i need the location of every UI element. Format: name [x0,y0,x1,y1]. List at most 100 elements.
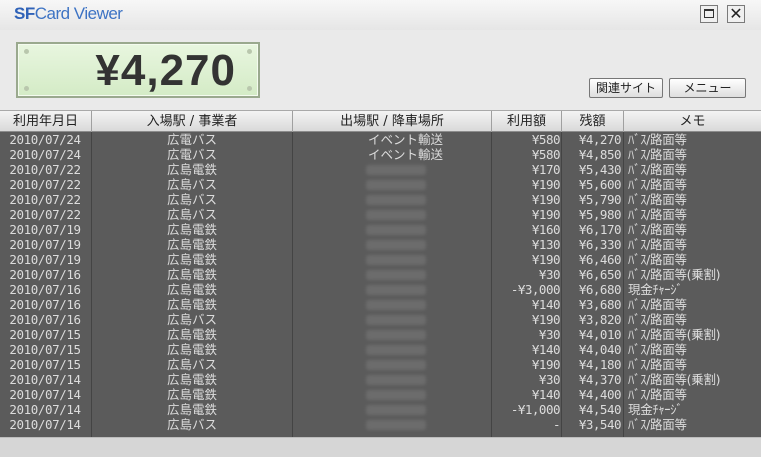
redacted-station [366,180,426,190]
cell-amount: ¥190 [531,252,560,267]
cell-memo: ﾊﾞｽ/路面等 [628,192,687,207]
cell-date: 2010/07/15 [9,342,81,357]
cell-balance: ¥3,540 [578,417,621,432]
cell-entry: 広島電鉄 [166,297,217,312]
cell-balance: ¥4,040 [578,342,621,357]
cell-balance: ¥4,850 [578,147,621,162]
cell-memo: ﾊﾞｽ/路面等 [628,312,687,327]
cell-entry: 広島バス [166,207,217,222]
header-entry[interactable]: 入場駅 / 事業者 [92,111,293,132]
cell-entry: 広島電鉄 [166,222,217,237]
cell-amount: ¥140 [531,297,560,312]
table-row[interactable]: 2010/07/19 広島電鉄 ¥160 ¥6,170 ﾊﾞｽ/路面等 [0,222,761,237]
cell-balance: ¥5,980 [578,207,621,222]
redacted-station [366,195,426,205]
table-row[interactable]: 2010/07/22 広島バス ¥190 ¥5,790 ﾊﾞｽ/路面等 [0,192,761,207]
table-row[interactable]: 2010/07/15 広島バス ¥190 ¥4,180 ﾊﾞｽ/路面等 [0,357,761,372]
cell-entry: 広島電鉄 [166,282,217,297]
related-sites-button[interactable]: 関連サイト [589,78,663,98]
cell-balance: ¥5,600 [578,177,621,192]
table-header: 利用年月日 入場駅 / 事業者 出場駅 / 降車場所 利用額 残額 メモ [0,110,761,132]
table-row[interactable]: 2010/07/14 広島バス - ¥3,540 ﾊﾞｽ/路面等 [0,417,761,432]
cell-amount: ¥190 [531,312,560,327]
table-row[interactable]: 2010/07/15 広島電鉄 ¥140 ¥4,040 ﾊﾞｽ/路面等 [0,342,761,357]
header-amount[interactable]: 利用額 [492,111,562,132]
table-row[interactable]: 2010/07/16 広島バス ¥190 ¥3,820 ﾊﾞｽ/路面等 [0,312,761,327]
app-title: SFCard Viewer [14,4,123,23]
table-row[interactable]: 2010/07/16 広島電鉄 ¥30 ¥6,650 ﾊﾞｽ/路面等(乗割) [0,267,761,282]
table-row[interactable]: 2010/07/22 広島電鉄 ¥170 ¥5,430 ﾊﾞｽ/路面等 [0,162,761,177]
close-button[interactable]: ✕ [727,4,745,23]
table-row[interactable]: 2010/07/15 広島電鉄 ¥30 ¥4,010 ﾊﾞｽ/路面等(乗割) [0,327,761,342]
table-row[interactable]: 2010/07/22 広島バス ¥190 ¥5,980 ﾊﾞｽ/路面等 [0,207,761,222]
cell-exit [294,417,490,432]
cell-exit: イベント輸送 [368,147,444,162]
cell-date: 2010/07/14 [9,372,81,387]
cell-amount: ¥30 [538,327,560,342]
cell-amount: ¥190 [531,207,560,222]
cell-exit [294,177,490,192]
table-row[interactable]: 2010/07/14 広島電鉄 ¥30 ¥4,370 ﾊﾞｽ/路面等(乗割) [0,372,761,387]
cell-exit [294,207,490,222]
cell-exit [294,282,490,297]
table-row[interactable]: 2010/07/24 広電バス イベント輸送 ¥580 ¥4,270 ﾊﾞｽ/路面等 [0,132,761,147]
cell-balance: ¥4,370 [578,372,621,387]
redacted-station [366,240,426,250]
table-row[interactable]: 2010/07/16 広島電鉄 ¥140 ¥3,680 ﾊﾞｽ/路面等 [0,297,761,312]
cell-memo: ﾊﾞｽ/路面等 [628,132,687,147]
cell-entry: 広島バス [166,357,217,372]
cell-memo: ﾊﾞｽ/路面等 [628,417,687,432]
cell-amount: ¥130 [531,237,560,252]
cell-entry: 広電バス [166,132,217,147]
cell-exit [294,342,490,357]
table-row[interactable]: 2010/07/14 広島電鉄 -¥1,000 ¥4,540 現金ﾁｬｰｼﾞ [0,402,761,417]
table-row[interactable]: 2010/07/16 広島電鉄 -¥3,000 ¥6,680 現金ﾁｬｰｼﾞ [0,282,761,297]
cell-balance: ¥4,270 [578,132,621,147]
table-row[interactable]: 2010/07/19 広島電鉄 ¥130 ¥6,330 ﾊﾞｽ/路面等 [0,237,761,252]
redacted-station [366,420,426,430]
cell-exit: イベント輸送 [368,132,444,147]
history-table: 2010/07/24 広電バス イベント輸送 ¥580 ¥4,270 ﾊﾞｽ/路面等 201… [0,132,761,437]
status-bar [0,437,761,457]
cell-amount: ¥170 [531,162,560,177]
cell-amount: ¥580 [531,132,560,147]
header-balance[interactable]: 残額 [562,111,624,132]
cell-exit [294,267,490,282]
redacted-station [366,405,426,415]
header-date[interactable]: 利用年月日 [0,111,92,132]
cell-entry: 広島電鉄 [166,267,217,282]
cell-date: 2010/07/19 [9,222,81,237]
cell-entry: 広島電鉄 [166,387,217,402]
cell-date: 2010/07/16 [9,282,81,297]
cell-date: 2010/07/22 [9,177,81,192]
screw-icon [24,49,29,54]
table-row[interactable]: 2010/07/24 広電バス イベント輸送 ¥580 ¥4,850 ﾊﾞｽ/路面等 [0,147,761,162]
menu-button[interactable]: メニュー [669,78,746,98]
cell-balance: ¥3,680 [578,297,621,312]
header-exit[interactable]: 出場駅 / 降車場所 [293,111,492,132]
window-restore-button[interactable] [700,5,718,23]
redacted-station [366,210,426,220]
cell-balance: ¥3,820 [578,312,621,327]
header-memo[interactable]: メモ [624,111,761,132]
cell-date: 2010/07/22 [9,162,81,177]
table-row[interactable]: 2010/07/22 広島バス ¥190 ¥5,600 ﾊﾞｽ/路面等 [0,177,761,192]
table-row[interactable]: 2010/07/19 広島電鉄 ¥190 ¥6,460 ﾊﾞｽ/路面等 [0,252,761,267]
cell-balance: ¥6,170 [578,222,621,237]
cell-entry: 広島電鉄 [166,252,217,267]
cell-date: 2010/07/22 [9,207,81,222]
cell-exit [294,387,490,402]
cell-exit [294,192,490,207]
table-row[interactable]: 2010/07/14 広島電鉄 ¥140 ¥4,400 ﾊﾞｽ/路面等 [0,387,761,402]
cell-date: 2010/07/19 [9,252,81,267]
cell-balance: ¥6,680 [578,282,621,297]
cell-entry: 広島電鉄 [166,402,217,417]
cell-amount: - [552,417,560,432]
cell-date: 2010/07/16 [9,312,81,327]
cell-exit [294,237,490,252]
cell-entry: 広島電鉄 [166,237,217,252]
cell-date: 2010/07/19 [9,237,81,252]
cell-memo: ﾊﾞｽ/路面等 [628,357,687,372]
cell-balance: ¥4,540 [578,402,621,417]
cell-entry: 広島バス [166,312,217,327]
